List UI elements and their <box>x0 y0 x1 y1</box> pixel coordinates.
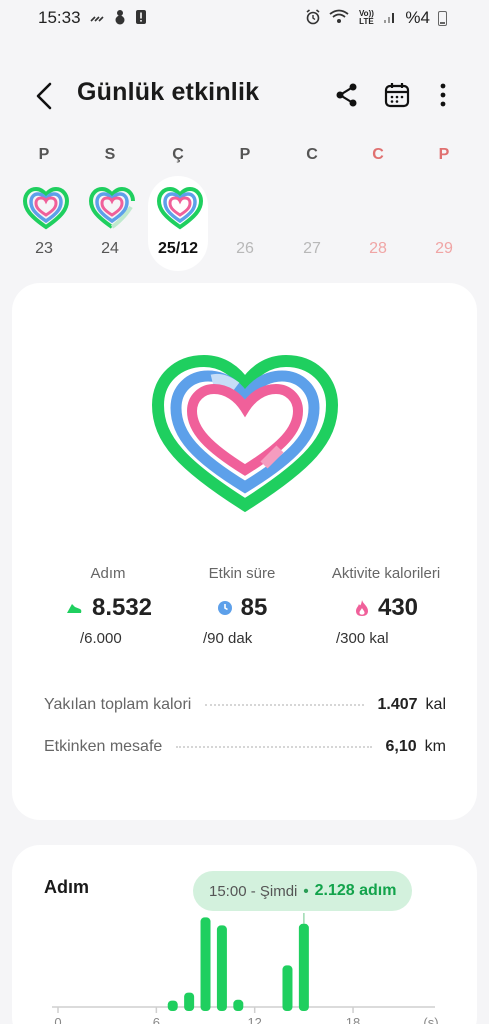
calendar-icon <box>384 83 410 108</box>
signal-strength-icon <box>89 10 105 27</box>
day-letter: P <box>239 146 251 163</box>
wifi-icon <box>329 9 349 27</box>
tooltip-value: 2.128 adım <box>314 882 397 899</box>
day-number: 29 <box>435 240 453 257</box>
active-time-value-row: 85 <box>187 594 297 622</box>
day-25-selected[interactable]: Ç 25/12 <box>148 146 208 271</box>
tooltip-separator: • <box>303 882 309 900</box>
total-calories-row: Yakılan toplam kalori 1.407 kal <box>44 693 446 717</box>
step-bar[interactable] <box>167 1000 178 1011</box>
step-bar[interactable] <box>216 925 227 1011</box>
alert-icon <box>135 9 147 28</box>
x-tick-label: 18 <box>346 1015 360 1024</box>
status-time: 15:33 <box>38 8 81 27</box>
steps-chart-title: Adım <box>44 877 89 897</box>
activity-calories-value: 430 <box>377 594 419 621</box>
more-options-button[interactable] <box>428 80 458 110</box>
back-arrow-icon <box>36 82 52 110</box>
x-tick-label: 0 <box>54 1015 61 1024</box>
shoe-icon <box>66 604 82 613</box>
calendar-button[interactable] <box>382 80 412 110</box>
active-time-goal: /90 dak <box>203 630 253 647</box>
flame-icon <box>355 600 368 616</box>
status-left: 15:33 <box>38 8 147 28</box>
activity-calories-metric: Aktivite kalorileri 430 /300 kal <box>306 565 466 647</box>
day-24[interactable]: S 24 <box>80 140 140 270</box>
day-number: 27 <box>303 240 321 257</box>
total-calories-label: Yakılan toplam kalori <box>44 696 192 713</box>
x-tick-label: 6 <box>153 1015 160 1024</box>
activity-heart-icon <box>88 186 135 229</box>
day-letter: Ç <box>172 146 184 163</box>
page-title: Günlük etkinlik <box>77 78 260 106</box>
tooltip-time: 15:00 - Şimdi <box>209 882 298 900</box>
day-letter: S <box>104 146 116 163</box>
step-bar[interactable] <box>298 923 309 1011</box>
steps-chart-card[interactable]: 0 6 12 18 (s) Adım 15:00 - Şimdi • 2.128 adı… <box>12 845 477 1024</box>
active-time-value: 85 <box>240 594 268 621</box>
total-calories-value: 1.407 <box>377 696 418 713</box>
steps-label: Adım <box>90 565 126 582</box>
dotted-divider <box>176 746 372 748</box>
x-axis-unit-label: (s) <box>423 1015 438 1024</box>
active-distance-row: Etkinken mesafe 6,10 km <box>44 735 446 759</box>
day-number: 24 <box>101 240 119 257</box>
cellular-signal-icon <box>383 10 397 27</box>
steps-value-row: 8.532 <box>54 594 162 622</box>
day-letter: C <box>372 146 384 163</box>
active-distance-unit: km <box>424 738 446 755</box>
back-button[interactable] <box>30 78 62 114</box>
active-distance-label: Etkinken mesafe <box>44 738 163 755</box>
x-tick-label: 12 <box>247 1015 261 1024</box>
dotted-divider <box>205 704 364 706</box>
day-number: 28 <box>369 240 387 257</box>
alarm-icon <box>305 8 321 28</box>
day-letter: P <box>38 146 50 163</box>
activity-rings-heart-icon <box>152 354 338 513</box>
steps-tooltip: 15:00 - Şimdi • 2.128 adım <box>193 871 413 911</box>
week-day-selector: P 23 S 24 Ç 25/12 P 26 C 27 C 28 P 29 <box>12 140 477 271</box>
day-letter: P <box>438 146 450 163</box>
status-bar: 15:33 Vo)) LTE %4 <box>0 0 489 36</box>
battery-percent: %4 <box>405 8 430 27</box>
day-29[interactable]: P 29 <box>414 140 474 270</box>
total-calories-unit: kal <box>425 696 446 713</box>
snowman-icon <box>113 9 127 28</box>
active-time-metric: Etkin süre 85 /90 dak <box>187 565 297 647</box>
step-bar[interactable] <box>282 965 293 1011</box>
app-header: Günlük etkinlik <box>0 68 489 124</box>
volte-indicator: Vo)) LTE <box>358 9 374 26</box>
status-right: Vo)) LTE %4 <box>305 8 447 28</box>
steps-goal: /6.000 <box>80 630 122 647</box>
battery-icon <box>438 10 447 26</box>
activity-heart-icon <box>22 186 70 230</box>
clock-icon <box>217 601 232 615</box>
day-28[interactable]: C 28 <box>348 140 408 270</box>
day-number: 23 <box>35 240 53 257</box>
day-23[interactable]: P 23 <box>14 140 74 270</box>
more-vertical-icon <box>440 83 446 107</box>
activity-calories-value-row: 430 <box>306 594 466 622</box>
day-26[interactable]: P 26 <box>215 140 275 270</box>
share-button[interactable] <box>332 80 362 110</box>
daily-summary-card: Adım 8.532 /6.000 Etkin süre 85 /90 dak … <box>12 283 477 820</box>
share-icon <box>336 83 357 107</box>
activity-calories-label: Aktivite kalorileri <box>331 565 441 582</box>
step-bar[interactable] <box>184 992 195 1011</box>
day-letter: C <box>306 146 318 163</box>
active-distance-value: 6,10 <box>385 738 417 755</box>
active-time-label: Etkin süre <box>208 565 276 582</box>
steps-value: 8.532 <box>91 594 153 621</box>
activity-calories-goal: /300 kal <box>336 630 389 647</box>
steps-metric: Adım 8.532 /6.000 <box>54 565 162 647</box>
activity-heart-icon <box>156 186 204 230</box>
day-number: 25/12 <box>157 240 199 257</box>
step-bar[interactable] <box>233 999 244 1011</box>
day-number: 26 <box>236 240 254 257</box>
day-27[interactable]: C 27 <box>282 140 342 270</box>
step-bar[interactable] <box>200 917 211 1011</box>
